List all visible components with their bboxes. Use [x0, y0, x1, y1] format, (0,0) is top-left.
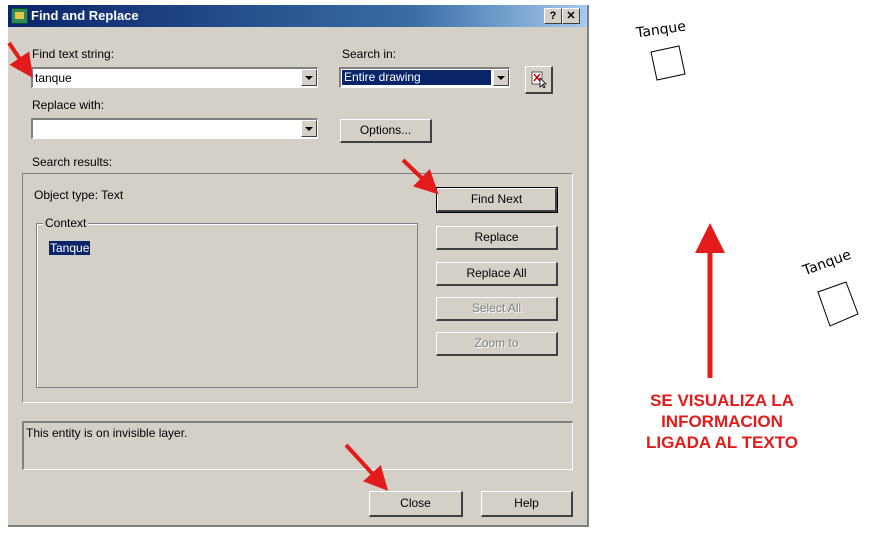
replace-combo[interactable] [31, 118, 318, 139]
close-title-button[interactable]: ✕ [562, 8, 580, 24]
title-bar[interactable]: Find and Replace ? ✕ [8, 5, 587, 27]
find-replace-dialog: Find and Replace ? ✕ Find text string: t… [8, 5, 589, 527]
find-combo[interactable]: tanque [31, 67, 318, 88]
replace-all-button[interactable]: Replace All [436, 262, 558, 286]
select-all-button[interactable]: Select All [436, 297, 558, 321]
zoom-to-button[interactable]: Zoom to [436, 332, 558, 356]
annotation-line-2: INFORMACION [661, 412, 783, 431]
select-objects-icon [531, 71, 547, 88]
cad-text-2[interactable]: Tanque [801, 247, 854, 279]
search-in-value: Entire drawing [342, 70, 491, 85]
search-in-label: Search in: [342, 47, 397, 61]
chevron-down-icon[interactable] [301, 120, 317, 137]
find-next-button[interactable]: Find Next [436, 187, 558, 213]
chevron-down-icon[interactable] [493, 69, 509, 86]
close-button[interactable]: Close [369, 491, 463, 517]
context-value[interactable]: Tanque [49, 241, 91, 255]
app-icon [11, 8, 28, 24]
status-text: This entity is on invisible layer. [26, 426, 188, 440]
search-results-label: Search results: [32, 155, 113, 169]
annotation-line-1: SE VISUALIZA LA [650, 391, 794, 410]
help-title-button[interactable]: ? [544, 8, 562, 24]
find-label: Find text string: [32, 47, 115, 61]
options-button[interactable]: Options... [340, 119, 432, 143]
dialog-title: Find and Replace [31, 8, 139, 23]
object-type-text: Object type: Text [34, 188, 124, 202]
context-label: Context [43, 216, 89, 230]
annotation-text: SE VISUALIZA LA INFORMACION LIGADA AL TE… [612, 390, 832, 453]
search-in-select[interactable]: Entire drawing [339, 67, 510, 88]
help-button[interactable]: Help [481, 491, 573, 517]
cad-box-1[interactable] [643, 40, 703, 100]
find-value: tanque [35, 71, 72, 85]
select-objects-button[interactable] [525, 66, 553, 94]
cad-box-2[interactable] [812, 276, 872, 336]
status-box: This entity is on invisible layer. [22, 421, 573, 470]
annotation-line-3: LIGADA AL TEXTO [645, 433, 799, 452]
replace-button[interactable]: Replace [436, 226, 558, 250]
zoom-to-label: Zoom to [474, 336, 519, 350]
select-all-label: Select All [471, 301, 522, 315]
chevron-down-icon[interactable] [301, 69, 317, 86]
replace-label: Replace with: [32, 98, 105, 112]
context-groupbox: Context Tanque [36, 216, 418, 388]
cad-text-1[interactable]: Tanque [635, 19, 687, 42]
